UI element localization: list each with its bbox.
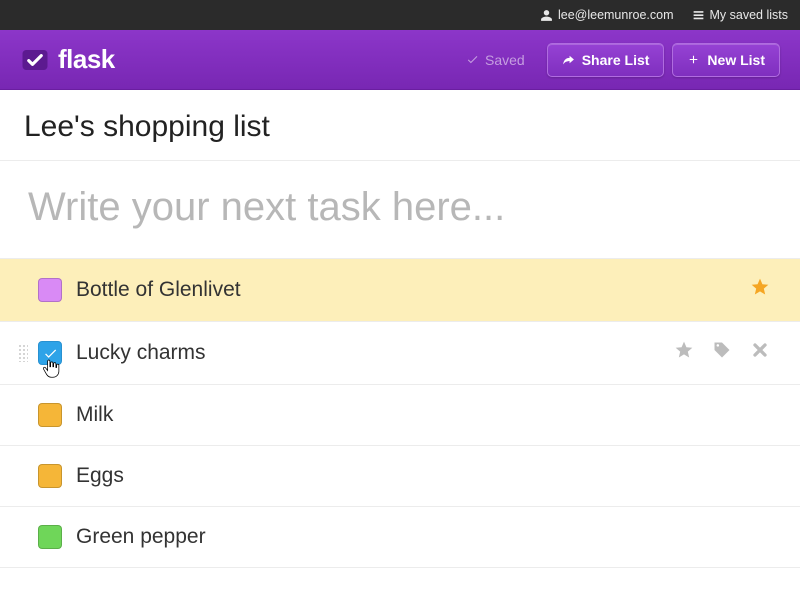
share-list-label: Share List	[582, 52, 650, 68]
check-icon	[466, 53, 479, 66]
logo-text: flask	[58, 44, 115, 75]
task-actions	[674, 340, 770, 366]
list-title-row: Lee's shopping list	[0, 90, 800, 161]
brand-bar: flask Saved Share List New List	[0, 30, 800, 90]
task-list: Bottle of Glenlivet Lucky charms Milk Eggs G…	[0, 259, 800, 568]
account-link[interactable]: lee@leemunroe.com	[540, 8, 674, 22]
saved-lists-link[interactable]: My saved lists	[692, 8, 789, 22]
new-task-row	[0, 161, 800, 259]
drag-handle-icon[interactable]	[18, 344, 28, 362]
new-task-input[interactable]	[28, 185, 772, 230]
plus-icon	[687, 53, 700, 66]
task-label[interactable]: Lucky charms	[76, 341, 674, 365]
star-icon[interactable]	[674, 340, 694, 366]
save-status-label: Saved	[485, 52, 525, 68]
new-list-button[interactable]: New List	[672, 43, 780, 77]
task-checkbox[interactable]	[38, 464, 62, 488]
task-row[interactable]: Milk	[0, 385, 800, 446]
share-icon	[562, 53, 575, 66]
task-checkbox[interactable]	[38, 278, 62, 302]
top-bar: lee@leemunroe.com My saved lists	[0, 0, 800, 30]
user-icon	[540, 9, 553, 22]
logo-mark-icon	[20, 45, 50, 75]
delete-icon[interactable]	[750, 340, 770, 366]
saved-lists-label: My saved lists	[710, 8, 789, 22]
task-label[interactable]: Milk	[76, 403, 770, 427]
tag-icon[interactable]	[712, 340, 732, 366]
task-row[interactable]: Green pepper	[0, 507, 800, 568]
task-label[interactable]: Bottle of Glenlivet	[76, 278, 750, 302]
task-row[interactable]: Lucky charms	[0, 322, 800, 385]
task-row[interactable]: Eggs	[0, 446, 800, 507]
new-list-label: New List	[707, 52, 765, 68]
task-label[interactable]: Eggs	[76, 464, 770, 488]
task-label[interactable]: Green pepper	[76, 525, 770, 549]
task-checkbox[interactable]	[38, 403, 62, 427]
logo[interactable]: flask	[20, 44, 115, 75]
task-checkbox[interactable]	[38, 341, 62, 365]
list-title[interactable]: Lee's shopping list	[24, 110, 776, 144]
task-row[interactable]: Bottle of Glenlivet	[0, 259, 800, 322]
task-actions	[750, 277, 770, 303]
star-icon[interactable]	[750, 277, 770, 303]
task-checkbox[interactable]	[38, 525, 62, 549]
account-email: lee@leemunroe.com	[558, 8, 674, 22]
list-icon	[692, 9, 705, 22]
share-list-button[interactable]: Share List	[547, 43, 665, 77]
save-status: Saved	[466, 52, 525, 68]
